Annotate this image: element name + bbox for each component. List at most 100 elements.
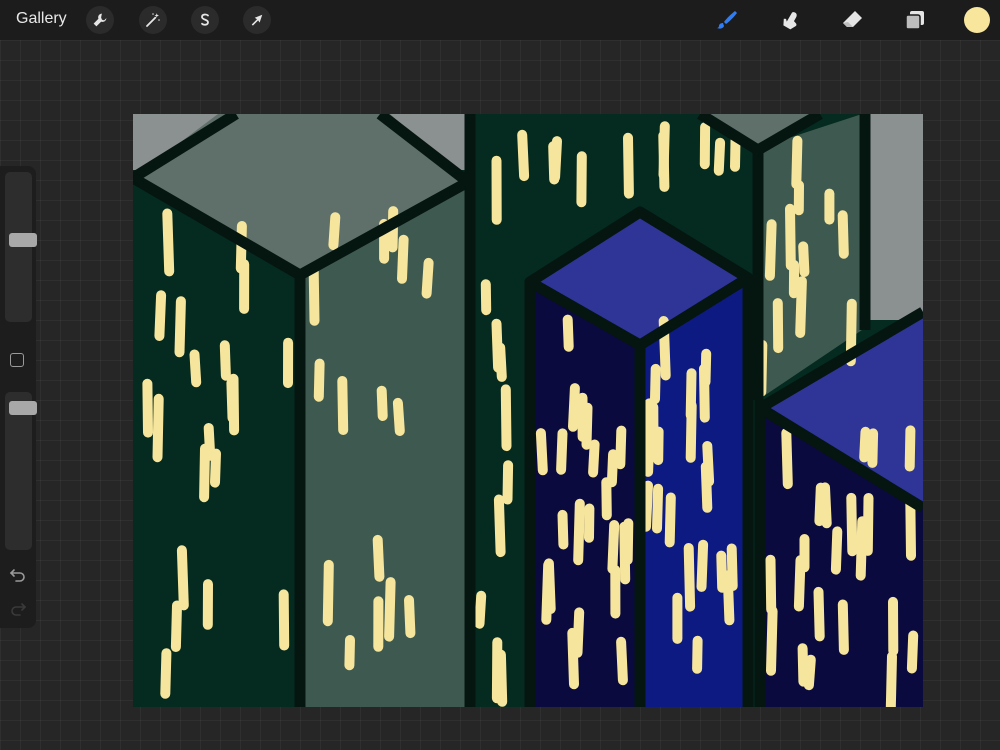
window-light [781, 427, 793, 490]
window-light [606, 449, 619, 488]
window-light [228, 373, 240, 436]
brush-icon[interactable] [712, 6, 740, 34]
window-light [692, 635, 703, 674]
window-light [814, 482, 826, 527]
window-light [493, 494, 506, 558]
undo-arrow-icon[interactable] [9, 566, 27, 584]
window-light [495, 649, 508, 707]
window-light [572, 607, 585, 658]
window-light [581, 402, 593, 450]
window-light [683, 543, 696, 612]
window-light [652, 483, 664, 534]
window-light [308, 266, 320, 326]
window-light [795, 276, 807, 338]
window-light [607, 520, 620, 574]
smudge-finger-icon[interactable] [776, 6, 804, 34]
window-light [616, 636, 628, 686]
window-light [837, 599, 849, 655]
window-light [699, 363, 710, 423]
selection-s-icon[interactable] [191, 6, 219, 34]
opacity-slider[interactable] [5, 392, 37, 550]
window-light [142, 378, 153, 438]
opacity-thumb[interactable] [9, 401, 37, 415]
window-light [765, 554, 777, 615]
window-light [785, 203, 796, 271]
window-light [337, 376, 349, 435]
window-light [906, 630, 919, 674]
window-light [905, 494, 916, 561]
window-light [517, 129, 530, 182]
window-light [404, 595, 416, 639]
window-light [730, 135, 741, 172]
window-light [716, 550, 728, 593]
window-light [556, 428, 568, 475]
window-light [152, 393, 164, 463]
gallery-button[interactable]: Gallery [16, 10, 67, 28]
window-light [376, 385, 388, 421]
window-light [859, 426, 871, 463]
wrench-icon[interactable] [86, 6, 114, 34]
window-light [344, 635, 355, 671]
window-light [588, 439, 600, 478]
arrow-cursor-icon[interactable] [243, 6, 271, 34]
window-light [392, 397, 405, 436]
window-light [764, 219, 777, 281]
window-light [313, 358, 325, 402]
window-light [726, 543, 738, 591]
window-light [162, 208, 175, 277]
window-light [562, 314, 574, 352]
brush-size-slider[interactable] [5, 172, 37, 322]
window-light [474, 590, 487, 629]
brush-size-thumb[interactable] [9, 233, 37, 247]
window-light [664, 492, 676, 548]
window-light [791, 135, 803, 189]
window-light [904, 425, 916, 472]
window-light [174, 296, 186, 358]
window-light [322, 559, 334, 627]
window-light [210, 448, 221, 488]
layers-icon[interactable] [901, 6, 929, 34]
magic-wand-icon[interactable] [139, 6, 167, 34]
window-light [397, 234, 409, 284]
eraser-icon[interactable] [838, 6, 866, 34]
top-toolbar: Gallery [0, 0, 1000, 40]
window-light [713, 137, 726, 176]
window-light [641, 480, 653, 532]
window-light [622, 518, 634, 565]
window-light [502, 460, 514, 505]
window-light [219, 340, 231, 381]
window-light [278, 589, 290, 651]
window-light [615, 425, 627, 470]
window-light [601, 477, 612, 521]
window-light [548, 141, 560, 185]
window-light [803, 654, 816, 691]
window-light [573, 498, 585, 566]
window-light [154, 290, 167, 341]
window-light [500, 384, 512, 452]
square-icon[interactable] [10, 353, 24, 367]
window-light [543, 558, 556, 614]
window-light [830, 526, 843, 575]
window-light [867, 428, 879, 468]
window-light [170, 600, 182, 652]
window-light [650, 363, 661, 405]
color-picker-swatch[interactable] [964, 7, 990, 33]
redo-arrow-icon[interactable] [9, 600, 27, 618]
window-light [421, 257, 434, 299]
window-light [658, 121, 670, 180]
left-sidebar [0, 166, 37, 628]
window-light [328, 212, 341, 251]
window-light [798, 241, 810, 277]
window-light [535, 428, 548, 476]
window-light [862, 493, 874, 556]
window-light [700, 461, 713, 513]
window-light [495, 342, 507, 382]
window-light [685, 400, 697, 463]
window-light [797, 643, 809, 687]
sky-gray-right [862, 114, 923, 320]
window-light [813, 586, 825, 642]
window-light [696, 539, 709, 592]
window-light [623, 132, 634, 199]
window-light [557, 509, 569, 550]
drawing-canvas[interactable] [133, 114, 923, 707]
